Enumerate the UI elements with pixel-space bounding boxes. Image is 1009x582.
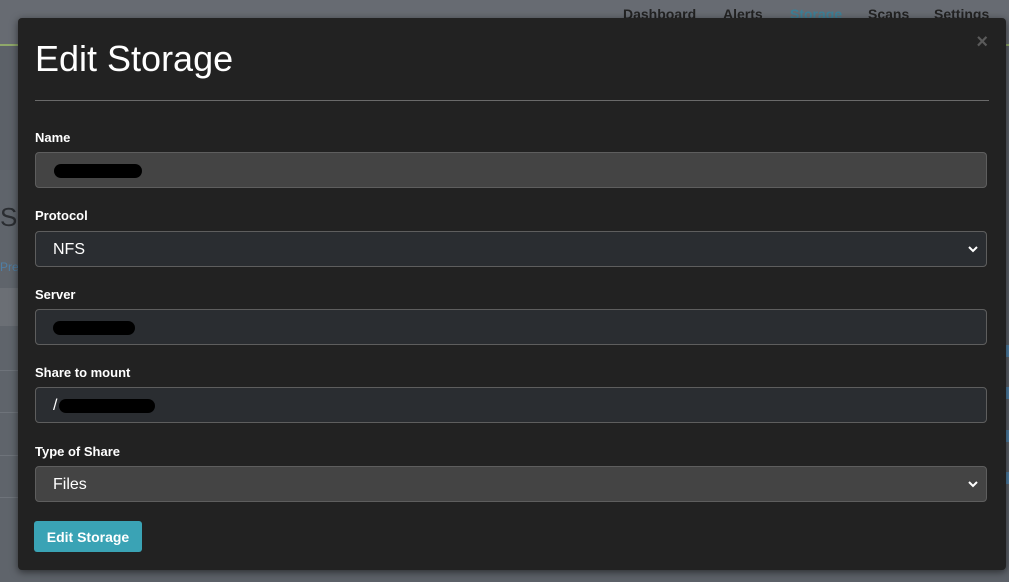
share-input[interactable]: / — [35, 387, 987, 423]
chevron-down-icon — [968, 246, 978, 253]
edit-storage-modal: × Edit Storage Name Protocol NFS Server … — [18, 18, 1006, 570]
chevron-down-icon — [968, 481, 978, 488]
redaction-mark — [54, 163, 143, 178]
name-label: Name — [35, 130, 71, 145]
close-icon[interactable]: × — [976, 32, 988, 52]
redaction-mark — [53, 320, 136, 335]
modal-divider — [35, 100, 989, 101]
background-heading-fragment: S — [0, 202, 18, 232]
share-type-label: Type of Share — [35, 444, 121, 459]
protocol-value: NFS — [53, 241, 85, 258]
redaction-mark — [58, 398, 155, 413]
server-label: Server — [35, 287, 76, 302]
server-input[interactable] — [35, 309, 987, 345]
share-value: / — [53, 397, 58, 414]
protocol-select[interactable]: NFS — [35, 231, 987, 267]
edit-storage-button[interactable]: Edit Storage — [34, 521, 142, 552]
background-link-fragment: Pre — [0, 260, 19, 274]
modal-title: Edit Storage — [35, 38, 234, 79]
protocol-label: Protocol — [35, 208, 88, 223]
share-label: Share to mount — [35, 365, 131, 380]
share-type-value: Files — [53, 476, 87, 493]
name-input[interactable] — [35, 152, 987, 188]
share-type-select[interactable]: Files — [35, 466, 987, 502]
